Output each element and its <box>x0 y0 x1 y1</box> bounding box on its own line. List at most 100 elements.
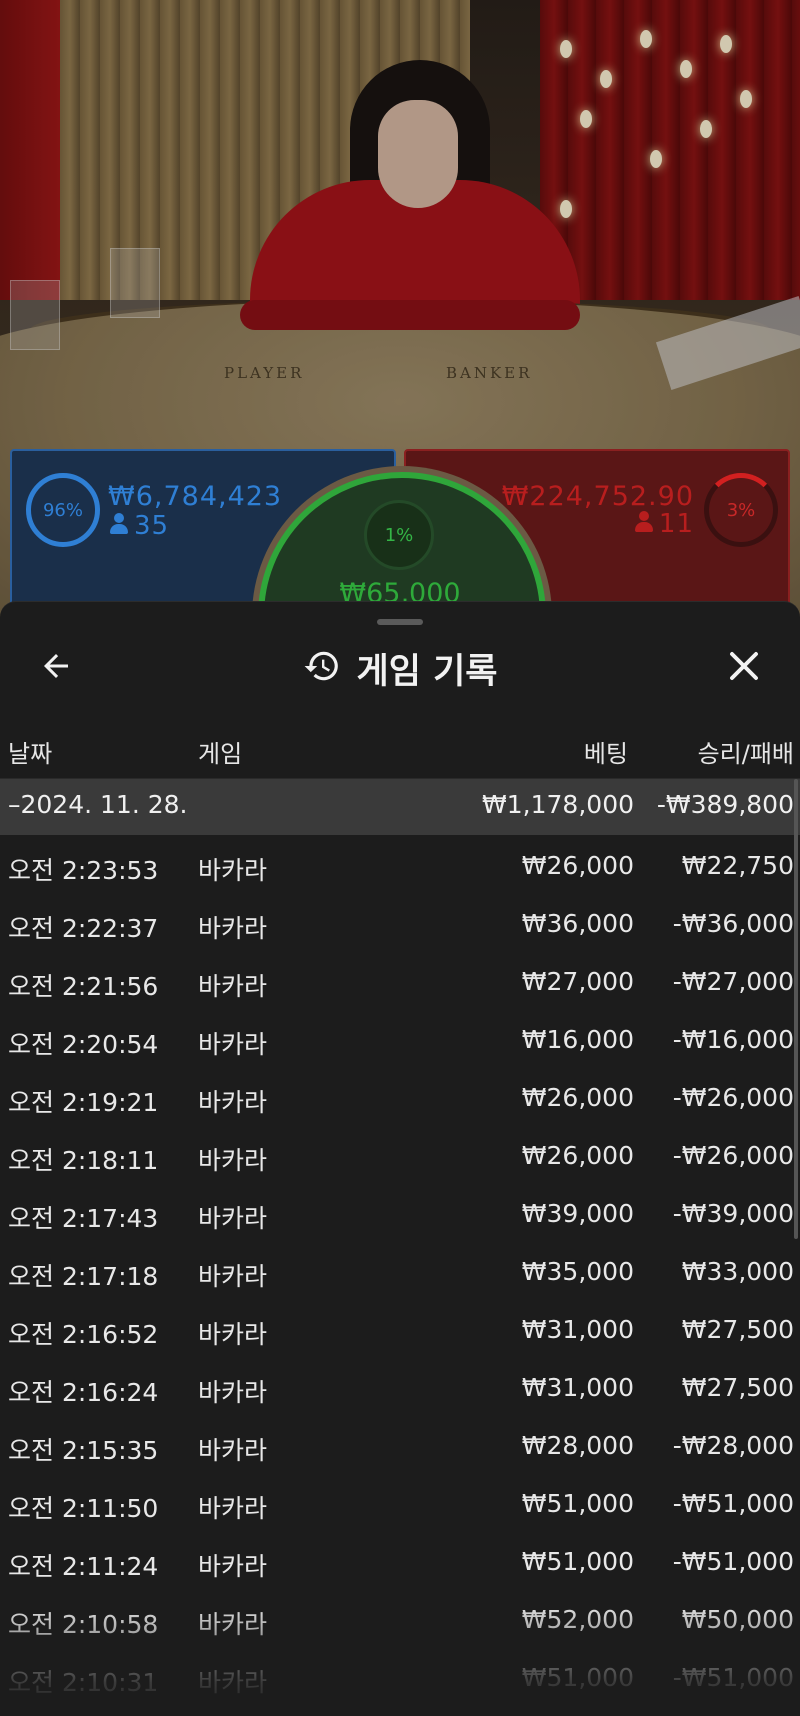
row-bet: ₩27,000 <box>521 967 634 996</box>
column-header-bet[interactable]: 베팅 <box>584 734 628 769</box>
banker-bettor-count: 11 <box>634 509 694 539</box>
row-result: -₩51,000 <box>672 1663 794 1692</box>
row-game: 바카라 <box>198 1494 268 1523</box>
date-group-win-total: -₩389,800 <box>656 790 794 819</box>
history-row[interactable]: 오전 2:20:54 바카라 ₩16,000 -₩16,000 <box>0 1009 800 1067</box>
history-row[interactable]: 오전 2:10:31 바카라 ₩51,000 -₩51,000 <box>0 1647 800 1705</box>
close-button[interactable] <box>718 642 770 694</box>
banker-count-value: 11 <box>658 509 694 539</box>
history-row[interactable]: 오전 2:19:21 바카라 ₩26,000 -₩26,000 <box>0 1067 800 1125</box>
sheet-header: 게임 기록 <box>0 642 800 694</box>
row-result: ₩50,000 <box>681 1605 794 1634</box>
row-game: 바카라 <box>198 1030 268 1059</box>
column-header-win-loss[interactable]: 승리/패배 <box>698 734 794 769</box>
date-group-row[interactable]: –2024. 11. 28. ₩1,178,000 -₩389,800 <box>0 779 800 835</box>
row-game: 바카라 <box>198 914 268 943</box>
row-bet: ₩51,000 <box>521 1489 634 1518</box>
history-list: 오전 2:23:53 바카라 ₩26,000 ₩22,750 오전 2:22:3… <box>0 835 800 1705</box>
history-row[interactable]: 오전 2:11:50 바카라 ₩51,000 -₩51,000 <box>0 1473 800 1531</box>
row-result: ₩22,750 <box>681 851 794 880</box>
player-percent: 96% <box>42 499 83 521</box>
banker-bet-amount: ₩224,752.90 <box>501 481 694 512</box>
row-time: 오전 2:16:52 <box>8 1320 159 1349</box>
row-bet: ₩51,000 <box>521 1663 634 1692</box>
row-time: 오전 2:17:43 <box>8 1204 159 1233</box>
person-icon <box>110 513 128 535</box>
row-game: 바카라 <box>198 1088 268 1117</box>
row-game: 바카라 <box>198 1320 268 1349</box>
row-bet: ₩16,000 <box>521 1025 634 1054</box>
row-result: ₩33,000 <box>681 1257 794 1286</box>
row-bet: ₩52,000 <box>521 1605 634 1634</box>
row-time: 오전 2:19:21 <box>8 1088 159 1117</box>
row-time: 오전 2:18:11 <box>8 1146 159 1175</box>
row-game: 바카라 <box>198 1146 268 1175</box>
row-time: 오전 2:16:24 <box>8 1378 159 1407</box>
row-game: 바카라 <box>198 1204 268 1233</box>
banker-percent-ring: 3% <box>704 473 778 547</box>
history-row[interactable]: 오전 2:21:56 바카라 ₩27,000 -₩27,000 <box>0 951 800 1009</box>
history-row[interactable]: 오전 2:18:11 바카라 ₩26,000 -₩26,000 <box>0 1125 800 1183</box>
row-result: -₩28,000 <box>672 1431 794 1460</box>
row-time: 오전 2:17:18 <box>8 1262 159 1291</box>
player-count-value: 35 <box>134 511 170 541</box>
row-result: -₩16,000 <box>672 1025 794 1054</box>
tie-percent-ring: 1% <box>364 500 434 570</box>
row-bet: ₩26,000 <box>521 851 634 880</box>
row-time: 오전 2:10:58 <box>8 1610 159 1639</box>
sheet-drag-handle[interactable] <box>377 619 423 625</box>
row-result: -₩51,000 <box>672 1489 794 1518</box>
history-row[interactable]: 오전 2:15:35 바카라 ₩28,000 -₩28,000 <box>0 1415 800 1473</box>
player-bet-amount: ₩6,784,423 <box>108 481 283 512</box>
row-result: -₩26,000 <box>672 1141 794 1170</box>
row-game: 바카라 <box>198 1552 268 1581</box>
row-result: -₩27,000 <box>672 967 794 996</box>
history-scrollbar[interactable] <box>794 779 798 1239</box>
row-time: 오전 2:21:56 <box>8 972 159 1001</box>
player-percent-ring: 96% <box>26 473 100 547</box>
row-bet: ₩26,000 <box>521 1141 634 1170</box>
sheet-title: 게임 기록 <box>356 651 498 692</box>
history-row[interactable]: 오전 2:22:37 바카라 ₩36,000 -₩36,000 <box>0 893 800 951</box>
history-row[interactable]: 오전 2:10:58 바카라 ₩52,000 ₩50,000 <box>0 1589 800 1647</box>
column-header-date[interactable]: 날짜 <box>8 734 52 769</box>
row-game: 바카라 <box>198 1262 268 1291</box>
history-row[interactable]: 오전 2:16:24 바카라 ₩31,000 ₩27,500 <box>0 1357 800 1415</box>
history-row[interactable]: 오전 2:11:24 바카라 ₩51,000 -₩51,000 <box>0 1531 800 1589</box>
row-game: 바카라 <box>198 1378 268 1407</box>
row-bet: ₩51,000 <box>521 1547 634 1576</box>
row-time: 오전 2:11:24 <box>8 1552 159 1581</box>
history-row[interactable]: 오전 2:16:52 바카라 ₩31,000 ₩27,500 <box>0 1299 800 1357</box>
row-bet: ₩35,000 <box>521 1257 634 1286</box>
row-result: -₩39,000 <box>672 1199 794 1228</box>
row-time: 오전 2:22:37 <box>8 914 159 943</box>
column-header-game[interactable]: 게임 <box>198 734 242 769</box>
row-game: 바카라 <box>198 856 268 885</box>
date-group-bet-total: ₩1,178,000 <box>482 790 634 819</box>
row-result: ₩27,500 <box>681 1373 794 1402</box>
history-row[interactable]: 오전 2:17:18 바카라 ₩35,000 ₩33,000 <box>0 1241 800 1299</box>
row-bet: ₩31,000 <box>521 1315 634 1344</box>
game-history-sheet: 게임 기록 날짜 게임 베팅 승리/패배 –2024. 11. 28. ₩1,1… <box>0 601 800 1716</box>
history-row[interactable]: 오전 2:17:43 바카라 ₩39,000 -₩39,000 <box>0 1183 800 1241</box>
row-time: 오전 2:11:50 <box>8 1494 159 1523</box>
row-game: 바카라 <box>198 1436 268 1465</box>
row-time: 오전 2:20:54 <box>8 1030 159 1059</box>
row-time: 오전 2:10:31 <box>8 1668 159 1697</box>
row-result: ₩27,500 <box>681 1315 794 1344</box>
history-row[interactable]: 오전 2:23:53 바카라 ₩26,000 ₩22,750 <box>0 835 800 893</box>
date-group-label: –2024. 11. 28. <box>8 790 188 819</box>
banker-percent: 3% <box>726 499 756 521</box>
back-button[interactable] <box>30 642 82 694</box>
row-game: 바카라 <box>198 1610 268 1639</box>
person-icon <box>634 511 653 533</box>
close-icon <box>726 648 762 688</box>
row-bet: ₩28,000 <box>521 1431 634 1460</box>
row-game: 바카라 <box>198 972 268 1001</box>
row-bet: ₩39,000 <box>521 1199 634 1228</box>
row-bet: ₩31,000 <box>521 1373 634 1402</box>
row-bet: ₩36,000 <box>521 909 634 938</box>
app-root: PLAYER BANKER 96% ₩6,784,423 35 ₩224,752… <box>0 0 800 1716</box>
player-bettor-count: 35 <box>110 511 169 541</box>
history-icon <box>303 647 341 689</box>
